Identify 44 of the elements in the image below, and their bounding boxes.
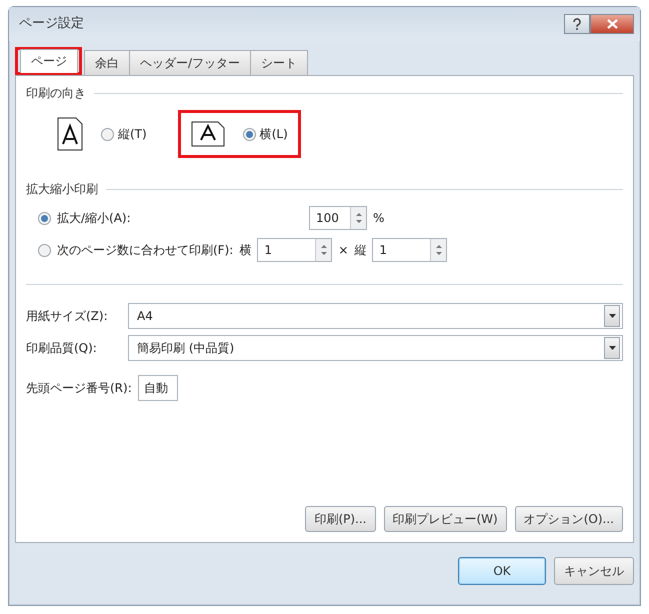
unit-label: % bbox=[373, 210, 384, 227]
spin-field[interactable]: 100 bbox=[309, 206, 367, 230]
close-icon bbox=[606, 19, 618, 29]
portrait-page-icon bbox=[57, 117, 83, 151]
close-button[interactable] bbox=[590, 14, 634, 34]
landscape-page-icon bbox=[190, 121, 225, 147]
dialog-button[interactable]: 印刷(P)... bbox=[305, 506, 376, 532]
ok-button[interactable]: OK bbox=[458, 557, 546, 585]
field-label: 印刷品質(Q): bbox=[26, 340, 98, 357]
spin-field[interactable]: 1 bbox=[372, 238, 448, 262]
radio-button[interactable] bbox=[38, 212, 51, 224]
window-title: ページ設定 bbox=[19, 15, 84, 34]
radio-button[interactable] bbox=[38, 244, 51, 256]
times-sign: × bbox=[338, 242, 348, 259]
dropdown-arrow-icon[interactable] bbox=[608, 314, 616, 318]
radio-button[interactable] bbox=[242, 128, 256, 140]
field-label: 横 bbox=[239, 242, 252, 259]
dropdown[interactable]: A4 bbox=[128, 303, 623, 329]
dialog-button[interactable]: 印刷プレビュー(W) bbox=[384, 506, 507, 532]
cancel-button[interactable]: キャンセル bbox=[554, 557, 634, 585]
help-button[interactable] bbox=[564, 14, 590, 34]
help-icon bbox=[572, 18, 582, 30]
spin-arrows-icon[interactable] bbox=[354, 211, 362, 225]
text-field[interactable]: 自動 bbox=[138, 375, 178, 401]
spin-arrows-icon[interactable] bbox=[320, 243, 328, 257]
field-label: 用紙サイズ(Z): bbox=[26, 308, 109, 325]
tab[interactable]: 余白 bbox=[84, 50, 130, 75]
dialog-button[interactable]: オプション(O)... bbox=[514, 506, 623, 532]
spin-field[interactable]: 1 bbox=[257, 238, 332, 262]
field-label: 縦 bbox=[354, 242, 366, 259]
radio-label[interactable]: 横(L) bbox=[260, 125, 288, 143]
dropdown[interactable]: 簡易印刷 (中品質) bbox=[128, 335, 623, 361]
dropdown-arrow-icon[interactable] bbox=[608, 346, 616, 350]
radio-label[interactable]: 次のページ数に合わせて印刷(F): bbox=[57, 241, 234, 259]
radio-label[interactable]: 縦(T) bbox=[118, 125, 147, 143]
spin-arrows-icon[interactable] bbox=[434, 243, 443, 257]
field-label: 先頭ページ番号(R): bbox=[26, 380, 132, 397]
radio-button[interactable] bbox=[101, 128, 114, 140]
group-heading: 拡大縮小印刷 bbox=[26, 181, 98, 198]
tab[interactable]: ヘッダー/フッター bbox=[129, 50, 252, 75]
radio-label[interactable]: 拡大/縮小(A): bbox=[57, 209, 303, 227]
tab[interactable]: シート bbox=[250, 50, 308, 75]
tab[interactable]: ページ bbox=[20, 49, 78, 73]
group-heading: 印刷の向き bbox=[26, 85, 86, 102]
